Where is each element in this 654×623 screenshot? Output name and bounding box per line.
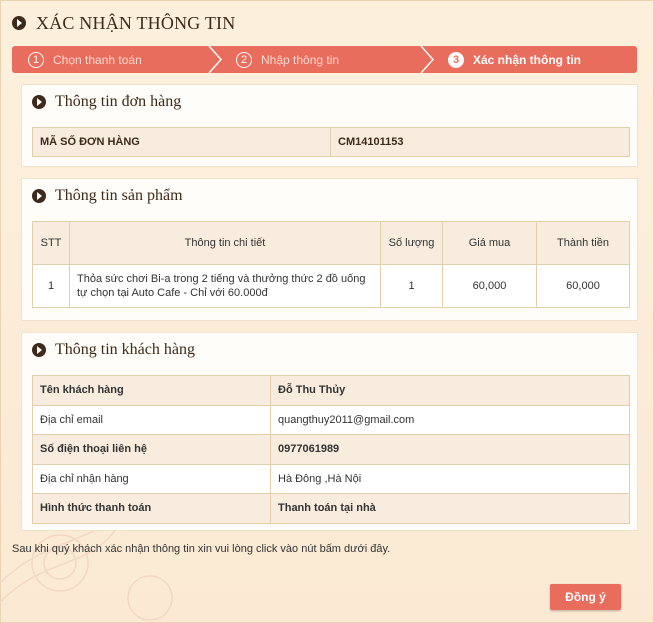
customer-panel-header: Thông tin khách hàng — [22, 333, 637, 367]
row-qty: 1 — [380, 264, 443, 308]
page-title-block: XÁC NHẬN THÔNG TIN — [12, 12, 235, 34]
checkout-steps: 1 Chọn thanh toán 2 Nhập thông tin 3 Xác… — [12, 46, 637, 73]
order-info-panel: Thông tin đơn hàng MÃ SỐ ĐƠN HÀNG CM1410… — [21, 84, 638, 167]
title-bullet-icon — [12, 16, 26, 30]
customer-table: Tên khách hàng Đỗ Thu Thủy Địa chỉ email… — [32, 375, 630, 524]
product-table: STT Thông tin chi tiết Số lượng Giá mua … — [32, 221, 630, 308]
order-code-value: CM14101153 — [330, 127, 630, 157]
step-label: Chọn thanh toán — [53, 52, 142, 67]
product-panel-header: Thông tin sản phẩm — [22, 179, 637, 213]
column-header-detail: Thông tin chi tiết — [69, 221, 381, 265]
table-row: Hình thức thanh toán Thanh toán tại nhà — [32, 493, 630, 524]
step-confirm-info: 3 Xác nhận thông tin — [432, 46, 637, 73]
table-row: Tên khách hàng Đỗ Thu Thủy — [32, 375, 630, 406]
payment-method-label: Hình thức thanh toán — [32, 493, 271, 524]
customer-address-value: Hà Đông ,Hà Nội — [270, 463, 630, 494]
step-label: Nhập thông tin — [261, 52, 340, 67]
step-enter-info[interactable]: 2 Nhập thông tin — [220, 46, 434, 73]
table-row: MÃ SỐ ĐƠN HÀNG CM14101153 — [32, 127, 630, 157]
column-header-stt: STT — [32, 221, 70, 265]
product-info-panel: Thông tin sản phẩm STT Thông tin chi tiế… — [21, 178, 638, 321]
table-header-row: STT Thông tin chi tiết Số lượng Giá mua … — [32, 221, 630, 265]
row-detail: Thỏa sức chơi Bi-a trong 2 tiếng và thưở… — [69, 264, 381, 308]
section-bullet-icon — [32, 343, 46, 357]
row-stt: 1 — [32, 264, 70, 308]
order-panel-header: Thông tin đơn hàng — [22, 85, 637, 119]
column-header-price: Giá mua — [442, 221, 537, 265]
confirm-instruction-note: Sau khi quý khách xác nhận thông tin xin… — [12, 543, 391, 555]
page-title: XÁC NHẬN THÔNG TIN — [36, 12, 236, 33]
step-number: 1 — [28, 51, 44, 68]
customer-phone-label: Số điện thoại liên hệ — [32, 434, 271, 465]
step-choose-payment[interactable]: 1 Chọn thanh toán — [12, 46, 222, 73]
customer-email-value: quangthuy2011@gmail.com — [270, 404, 630, 435]
step-number: 2 — [236, 51, 252, 68]
column-header-qty: Số lượng — [380, 221, 443, 265]
order-code-label: MÃ SỐ ĐƠN HÀNG — [32, 127, 331, 157]
customer-panel-title: Thông tin khách hàng — [55, 341, 195, 358]
payment-method-value: Thanh toán tại nhà — [270, 493, 630, 524]
row-total: 60,000 — [536, 264, 630, 308]
table-row: Địa chỉ nhận hàng Hà Đông ,Hà Nội — [32, 463, 630, 494]
step-number: 3 — [448, 51, 464, 68]
customer-name-label: Tên khách hàng — [32, 375, 271, 406]
table-row: 1 Thỏa sức chơi Bi-a trong 2 tiếng và th… — [32, 264, 630, 308]
customer-email-label: Địa chỉ email — [32, 404, 271, 435]
column-header-total: Thành tiền — [536, 221, 630, 265]
order-table: MÃ SỐ ĐƠN HÀNG CM14101153 — [32, 127, 630, 157]
step-label: Xác nhận thông tin — [473, 52, 581, 67]
section-bullet-icon — [32, 95, 46, 109]
customer-info-panel: Thông tin khách hàng Tên khách hàng Đỗ T… — [21, 332, 638, 531]
confirm-button[interactable]: Đồng ý — [550, 584, 621, 610]
table-row: Địa chỉ email quangthuy2011@gmail.com — [32, 404, 630, 435]
customer-phone-value: 0977061989 — [270, 434, 630, 465]
customer-address-label: Địa chỉ nhận hàng — [32, 463, 271, 494]
row-price: 60,000 — [442, 264, 537, 308]
customer-name-value: Đỗ Thu Thủy — [270, 375, 630, 406]
table-row: Số điện thoại liên hệ 0977061989 — [32, 434, 630, 465]
order-panel-title: Thông tin đơn hàng — [55, 93, 182, 110]
section-bullet-icon — [32, 189, 46, 203]
product-panel-title: Thông tin sản phẩm — [55, 187, 183, 204]
